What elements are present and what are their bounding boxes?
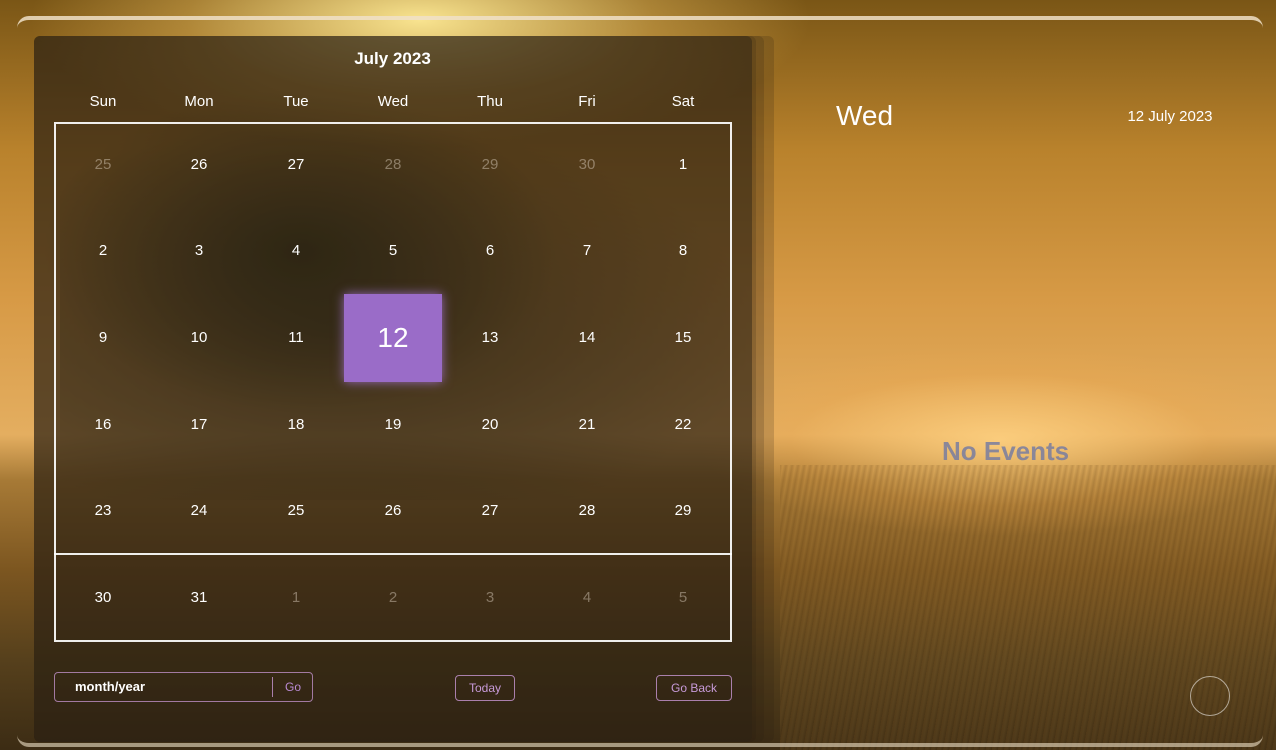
day-cell[interactable]: 21	[557, 414, 617, 436]
weekday-sat: Sat	[671, 93, 695, 110]
day-cell[interactable]: 22	[653, 414, 713, 436]
day-cell[interactable]: 3	[169, 240, 229, 262]
selected-weekday: Wed	[836, 100, 894, 131]
day-cell[interactable]: 31	[169, 587, 229, 609]
day-cell[interactable]: 8	[653, 240, 713, 262]
day-cell[interactable]: 2	[73, 240, 133, 262]
no-events-message: No Events	[942, 436, 1070, 466]
month-title: July 2023	[354, 49, 431, 68]
day-cell[interactable]: 19	[363, 414, 423, 436]
go-button[interactable]: Go	[273, 673, 313, 701]
day-cell[interactable]: 25	[266, 500, 326, 522]
day-cell[interactable]: 5	[363, 240, 423, 262]
day-cell[interactable]: 16	[73, 414, 133, 436]
day-cell[interactable]: 13	[460, 327, 520, 349]
day-cell[interactable]: 9	[73, 327, 133, 349]
day-cell[interactable]: 28	[557, 500, 617, 522]
weekday-wed: Wed	[377, 93, 409, 110]
weekday-fri: Fri	[578, 93, 596, 110]
day-cell[interactable]: 28	[363, 154, 423, 176]
weekday-mon: Mon	[184, 93, 214, 110]
day-cell[interactable]: 4	[557, 587, 617, 609]
day-cell[interactable]: 1	[653, 154, 713, 176]
day-cell[interactable]: 24	[169, 500, 229, 522]
day-cell[interactable]: 26	[169, 154, 229, 176]
day-cell[interactable]: 27	[460, 500, 520, 522]
go-back-button[interactable]: Go Back	[656, 675, 732, 701]
day-cell[interactable]: 17	[169, 414, 229, 436]
day-cell[interactable]: 30	[73, 587, 133, 609]
day-cell[interactable]: 25	[73, 154, 133, 176]
day-cell[interactable]: 7	[557, 240, 617, 262]
month-year-input-text[interactable]: month/year	[75, 673, 145, 701]
day-cell[interactable]: 3	[460, 587, 520, 609]
grid-divider	[54, 553, 732, 555]
selected-day-cell[interactable]: 12	[344, 294, 442, 382]
day-cell[interactable]: 30	[557, 154, 617, 176]
day-cell[interactable]: 18	[266, 414, 326, 436]
today-button[interactable]: Today	[455, 675, 515, 701]
day-cell[interactable]: 29	[653, 500, 713, 522]
day-cell[interactable]: 2	[363, 587, 423, 609]
day-cell[interactable]: 1	[266, 587, 326, 609]
day-cell[interactable]: 15	[653, 327, 713, 349]
month-year-input[interactable]: month/year Go	[54, 672, 313, 702]
selected-full-date: 12 July 2023	[1127, 108, 1213, 125]
day-cell[interactable]: 6	[460, 240, 520, 262]
calendar-grid	[54, 122, 732, 642]
day-cell[interactable]: 11	[266, 327, 326, 349]
day-cell[interactable]: 26	[363, 500, 423, 522]
weekday-sun: Sun	[89, 93, 117, 110]
day-cell[interactable]: 4	[266, 240, 326, 262]
weekday-tue: Tue	[283, 93, 309, 110]
weekday-thu: Thu	[477, 93, 503, 110]
add-event-button[interactable]	[1190, 676, 1230, 716]
day-cell[interactable]: 10	[169, 327, 229, 349]
day-cell[interactable]: 29	[460, 154, 520, 176]
day-cell[interactable]: 5	[653, 587, 713, 609]
day-cell[interactable]: 14	[557, 327, 617, 349]
day-cell[interactable]: 23	[73, 500, 133, 522]
day-cell[interactable]: 20	[460, 414, 520, 436]
day-cell[interactable]: 27	[266, 154, 326, 176]
